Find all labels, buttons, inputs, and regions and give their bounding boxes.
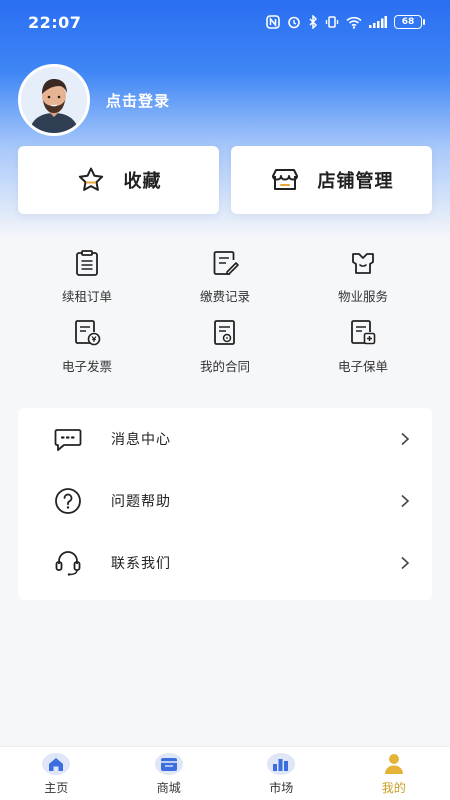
profile-section[interactable]: 点击登录	[18, 64, 170, 136]
nfc-icon	[266, 15, 280, 29]
bluetooth-icon	[309, 15, 318, 29]
menu-item-help[interactable]: 问题帮助	[18, 470, 432, 532]
tab-mine-label: 我的	[381, 780, 406, 795]
property-services-label: 物业服务	[337, 289, 388, 304]
shop-icon	[271, 169, 298, 190]
alarm-icon	[288, 16, 300, 29]
bottom-tab-bar: 主页 商城 市场 我的	[0, 746, 450, 800]
property-icon	[352, 253, 374, 274]
menu-item-message-center[interactable]: 消息中心	[18, 408, 432, 470]
payment-records-label: 缴费记录	[199, 289, 250, 304]
star-icon	[78, 167, 103, 191]
tab-store-label: 商城	[156, 780, 181, 795]
contact-us-label: 联系我们	[111, 556, 171, 572]
status-time: 22:07	[28, 12, 82, 32]
contract-icon	[214, 320, 235, 345]
invoice-icon	[75, 320, 101, 346]
message-center-label: 消息中心	[111, 432, 171, 448]
chevron-right-icon	[401, 494, 410, 508]
market-icon	[267, 752, 296, 775]
edit-doc-icon	[213, 251, 239, 275]
property-services-item[interactable]: 物业服务	[294, 242, 432, 312]
quick-cards: 收藏 店铺管理	[18, 146, 432, 214]
tab-market-label: 市场	[269, 780, 294, 795]
tab-mine[interactable]: 我的	[354, 752, 434, 796]
chevron-right-icon	[401, 556, 410, 570]
battery-indicator: 68	[394, 15, 425, 29]
help-label: 问题帮助	[111, 494, 171, 510]
headset-icon	[55, 551, 81, 576]
e-policy-label: 电子保单	[337, 359, 388, 374]
message-icon	[54, 429, 82, 451]
user-icon	[384, 753, 403, 774]
renewal-orders-item[interactable]: 续租订单	[18, 242, 156, 312]
favorites-label: 收藏	[123, 171, 162, 192]
avatar[interactable]	[18, 64, 90, 136]
store-icon	[154, 752, 183, 775]
my-contract-label: 我的合同	[199, 359, 250, 374]
e-invoice-label: 电子发票	[61, 359, 112, 374]
tab-home[interactable]: 主页	[16, 752, 96, 796]
tab-home-label: 主页	[44, 780, 69, 795]
tab-store[interactable]: 商城	[129, 752, 209, 796]
clipboard-icon	[76, 250, 98, 276]
login-link[interactable]: 点击登录	[106, 90, 170, 111]
home-icon	[42, 752, 71, 775]
my-contract-item[interactable]: 我的合同	[156, 312, 294, 382]
help-icon	[55, 488, 81, 514]
status-icons: 68	[266, 15, 425, 29]
signal-icon	[369, 16, 387, 28]
menu-list: 消息中心 问题帮助 联系我们	[18, 408, 432, 600]
payment-records-item[interactable]: 缴费记录	[156, 242, 294, 312]
e-invoice-item[interactable]: 电子发票	[18, 312, 156, 382]
status-bar: 22:07 68	[0, 0, 450, 44]
policy-icon	[351, 320, 376, 345]
service-grid: 续租订单 缴费记录 物业服务 电子发票 我的合同 电子保单	[18, 232, 432, 382]
wifi-icon	[346, 16, 362, 29]
menu-item-contact-us[interactable]: 联系我们	[18, 532, 432, 594]
e-policy-item[interactable]: 电子保单	[294, 312, 432, 382]
chevron-right-icon	[401, 432, 410, 446]
renewal-orders-label: 续租订单	[61, 289, 112, 304]
shop-management-label: 店铺管理	[317, 171, 394, 192]
shop-management-card[interactable]: 店铺管理	[231, 146, 432, 214]
vibrate-icon	[325, 16, 339, 28]
favorites-card[interactable]: 收藏	[18, 146, 219, 214]
tab-market[interactable]: 市场	[241, 752, 321, 796]
